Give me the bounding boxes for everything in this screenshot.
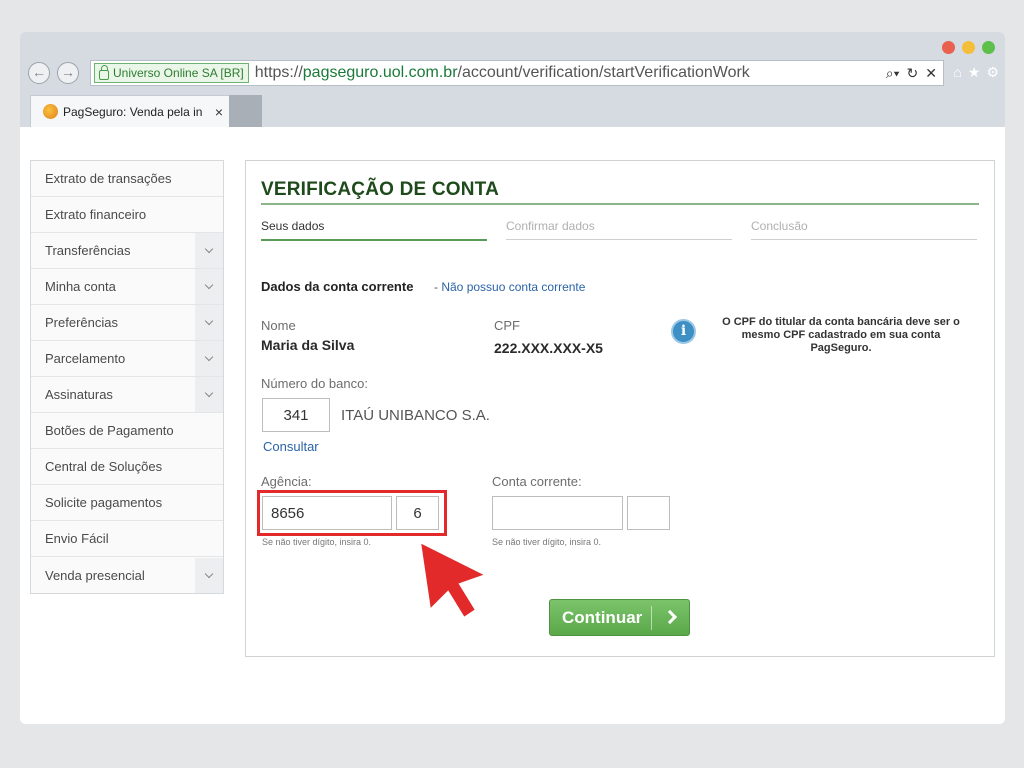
browser-window: ← → Universo Online SA [BR] https://pags… — [20, 32, 1005, 724]
url-host: pagseguro.uol.com.br — [302, 64, 458, 81]
agencia-label: Agência: — [261, 474, 312, 489]
sidebar-item-label: Central de Soluções — [45, 459, 163, 474]
window-controls — [942, 41, 995, 54]
close-window-button[interactable] — [942, 41, 955, 54]
sidebar-item-label: Transferências — [45, 243, 131, 258]
bank-name: ITAÚ UNIBANCO S.A. — [341, 407, 490, 424]
sidebar-item[interactable]: Solicite pagamentos — [31, 485, 223, 521]
sidebar-item-label: Solicite pagamentos — [45, 495, 163, 510]
verification-panel: VERIFICAÇÃO DE CONTA Seus dados Confirma… — [245, 160, 995, 657]
chevron-down-icon[interactable] — [195, 341, 223, 376]
sidebar-item[interactable]: Transferências — [31, 233, 223, 269]
no-account-link-wrap: - Não possuo conta corrente — [434, 280, 585, 294]
refresh-icon[interactable]: ↻ — [907, 65, 919, 82]
step-confirmar-dados: Confirmar dados — [506, 219, 732, 240]
sidebar-item-label: Extrato financeiro — [45, 207, 147, 222]
sidebar-item-label: Venda presencial — [45, 567, 145, 583]
pagseguro-favicon-icon — [43, 104, 58, 119]
step-conclusao: Conclusão — [751, 219, 977, 240]
section-heading: Dados da conta corrente — [261, 279, 414, 294]
agencia-hint: Se não tiver dígito, insira 0. — [262, 537, 372, 547]
sidebar-item-label: Assinaturas — [45, 387, 113, 402]
title-divider — [261, 203, 979, 205]
address-tools: ⌕▾ ↻ ✕ — [886, 65, 937, 82]
conta-hint: Se não tiver dígito, insira 0. — [492, 537, 602, 547]
sidebar-item[interactable]: Central de Soluções — [31, 449, 223, 485]
star-icon[interactable]: ★ — [968, 64, 981, 81]
no-current-account-link[interactable]: Não possuo conta corrente — [441, 280, 585, 294]
button-separator — [651, 606, 652, 630]
sidebar-item-label: Extrato de transações — [45, 171, 172, 186]
cpf-label: CPF — [494, 318, 520, 333]
forward-icon[interactable]: → — [57, 62, 79, 84]
page-content: Extrato de transações Extrato financeiro T… — [20, 127, 1005, 724]
browser-tab[interactable]: PagSeguro: Venda pela in × — [30, 95, 230, 127]
name-label: Nome — [261, 318, 296, 333]
sidebar-item[interactable]: Extrato financeiro — [31, 197, 223, 233]
back-icon[interactable]: ← — [28, 62, 50, 84]
sidebar-item[interactable]: Botões de Pagamento — [31, 413, 223, 449]
sidebar-item-label: Botões de Pagamento — [45, 423, 174, 438]
step-seus-dados: Seus dados — [261, 219, 487, 241]
security-badge[interactable]: Universo Online SA [BR] — [94, 63, 249, 83]
sidebar-item-label: Envio Fácil — [45, 531, 109, 546]
chevron-down-icon[interactable] — [195, 557, 223, 593]
sidebar-item-label: Preferências — [45, 315, 118, 330]
bank-number-input[interactable]: 341 — [262, 398, 330, 432]
chevron-down-icon[interactable] — [195, 305, 223, 340]
chevron-right-icon — [662, 609, 678, 625]
sidebar-item[interactable]: Preferências — [31, 305, 223, 341]
chevron-down-icon[interactable] — [195, 377, 223, 412]
section-separator: - — [434, 280, 438, 294]
chevron-down-icon[interactable] — [195, 233, 223, 268]
url-text[interactable]: https://pagseguro.uol.com.br/account/ver… — [255, 64, 767, 82]
gear-icon[interactable]: ⚙ — [986, 64, 999, 81]
name-value: Maria da Silva — [261, 337, 355, 353]
close-icon[interactable]: × — [215, 104, 223, 120]
sidebar-item[interactable]: Venda presencial — [31, 557, 223, 593]
new-tab-button[interactable] — [229, 95, 262, 127]
page-title: VERIFICAÇÃO DE CONTA — [261, 179, 499, 200]
sidebar-item[interactable]: Assinaturas — [31, 377, 223, 413]
cpf-value: 222.XXX.XXX-X5 — [494, 340, 603, 356]
sidebar-item[interactable]: Minha conta — [31, 269, 223, 305]
info-icon: i — [671, 319, 696, 344]
conta-digit-input[interactable] — [627, 496, 670, 530]
conta-label: Conta corrente: — [492, 474, 582, 489]
tab-title: PagSeguro: Venda pela in — [63, 104, 203, 119]
home-icon[interactable]: ⌂ — [953, 64, 961, 81]
continue-button-label: Continuar — [562, 607, 643, 627]
chevron-down-icon[interactable] — [195, 269, 223, 304]
continue-button[interactable]: Continuar — [549, 599, 690, 636]
security-badge-label: Universo Online SA [BR] — [113, 66, 244, 80]
lock-icon — [99, 65, 109, 80]
sidebar-item-label: Minha conta — [45, 279, 116, 294]
consultar-link[interactable]: Consultar — [263, 439, 319, 454]
conta-input[interactable] — [492, 496, 623, 530]
sidebar-item[interactable]: Extrato de transações — [31, 161, 223, 197]
url-scheme: https:// — [254, 64, 303, 81]
minimize-window-button[interactable] — [962, 41, 975, 54]
sidebar-item[interactable]: Parcelamento — [31, 341, 223, 377]
browser-chrome: ← → Universo Online SA [BR] https://pags… — [20, 32, 1005, 127]
sidebar-item-label: Parcelamento — [45, 351, 126, 366]
sidebar-menu: Extrato de transações Extrato financeiro T… — [30, 160, 224, 594]
cpf-info-text: O CPF do titular da conta bancária deve … — [722, 316, 960, 354]
url-path: /account/verification/startVerificationW… — [457, 64, 750, 81]
pointer-arrow-icon — [418, 540, 489, 620]
maximize-window-button[interactable] — [982, 41, 995, 54]
agencia-highlight-box — [257, 490, 447, 536]
address-bar[interactable]: Universo Online SA [BR] https://pagsegur… — [90, 60, 944, 86]
stop-icon[interactable]: ✕ — [925, 65, 937, 82]
bank-number-label: Número do banco: — [261, 376, 368, 391]
search-icon[interactable]: ⌕▾ — [886, 65, 900, 82]
toolbar-right: ⌂ ★ ⚙ — [953, 64, 999, 81]
sidebar-item[interactable]: Envio Fácil — [31, 521, 223, 557]
